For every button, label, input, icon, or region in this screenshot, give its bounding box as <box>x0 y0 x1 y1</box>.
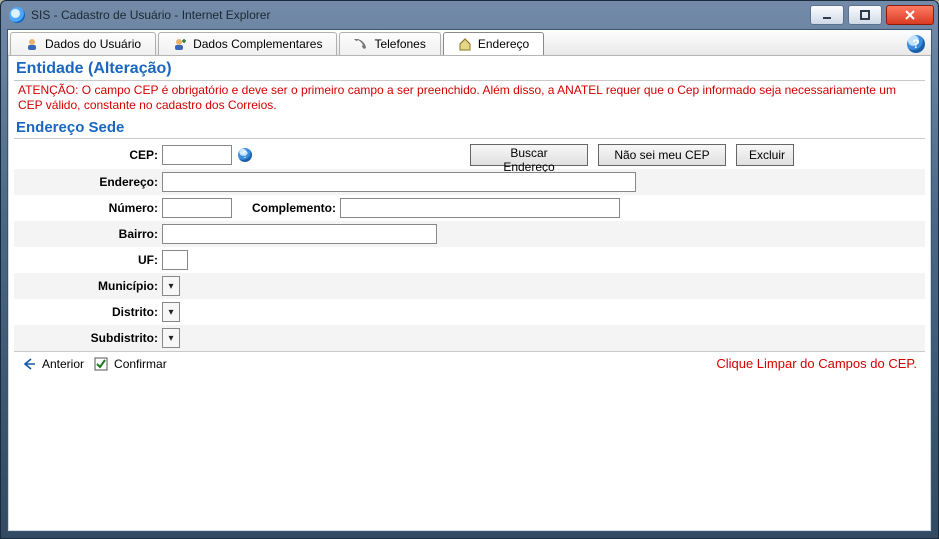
uf-input[interactable] <box>162 250 188 270</box>
page-body: Entidade (Alteração) ATENÇÃO: O campo CE… <box>8 56 931 375</box>
tab-label: Endereço <box>478 37 529 51</box>
ie-icon <box>9 7 25 23</box>
section-title: Endereço Sede <box>14 117 925 139</box>
footer: Anterior Confirmar Clique Limpar do Camp… <box>14 351 925 375</box>
help-icon[interactable]: ? <box>907 35 925 53</box>
label-complemento: Complemento: <box>232 201 340 215</box>
page-title: Entidade (Alteração) <box>14 60 925 81</box>
user-plus-icon <box>173 37 187 51</box>
subdistrito-select[interactable]: ▾ <box>162 328 180 348</box>
bairro-input[interactable] <box>162 224 437 244</box>
tabbar: Dados do Usuário Dados Complementares Te… <box>8 30 931 56</box>
tab-endereco[interactable]: Endereço <box>443 32 544 55</box>
tab-dados-complementares[interactable]: Dados Complementares <box>158 32 337 55</box>
warning-text: ATENÇÃO: O campo CEP é obrigatório e dev… <box>14 81 925 115</box>
confirmar-button[interactable]: Confirmar <box>94 357 167 371</box>
anterior-button[interactable]: Anterior <box>22 357 84 371</box>
row-subdistrito: Subdistrito: ▾ <box>14 325 925 351</box>
label-numero: Número: <box>22 201 162 215</box>
endereco-input[interactable] <box>162 172 636 192</box>
buscar-endereco-button[interactable]: Buscar Endereço <box>470 144 588 166</box>
distrito-select[interactable]: ▾ <box>162 302 180 322</box>
close-button[interactable] <box>886 5 934 25</box>
chevron-down-icon: ▾ <box>163 329 179 347</box>
client-area: Dados do Usuário Dados Complementares Te… <box>7 29 932 532</box>
check-icon <box>94 357 108 371</box>
row-distrito: Distrito: ▾ <box>14 299 925 325</box>
row-cep: CEP: ? Buscar Endereço Não sei meu CEP E… <box>14 141 925 169</box>
titlebar: SIS - Cadastro de Usuário - Internet Exp… <box>1 1 938 29</box>
numero-input[interactable] <box>162 198 232 218</box>
nao-sei-cep-button[interactable]: Não sei meu CEP <box>598 144 726 166</box>
label-bairro: Bairro: <box>22 227 162 241</box>
tab-label: Dados Complementares <box>193 37 322 51</box>
chevron-down-icon: ▾ <box>163 277 179 295</box>
address-form: CEP: ? Buscar Endereço Não sei meu CEP E… <box>14 139 925 351</box>
home-icon <box>458 37 472 51</box>
window-title: SIS - Cadastro de Usuário - Internet Exp… <box>31 8 810 22</box>
cep-input[interactable] <box>162 145 232 165</box>
row-municipio: Município: ▾ <box>14 273 925 299</box>
anterior-label: Anterior <box>42 357 84 371</box>
label-uf: UF: <box>22 253 162 267</box>
label-cep: CEP: <box>22 148 162 162</box>
label-endereco: Endereço: <box>22 175 162 189</box>
phone-icon <box>354 37 368 51</box>
window-frame: SIS - Cadastro de Usuário - Internet Exp… <box>0 0 939 539</box>
maximize-button[interactable] <box>848 5 882 25</box>
row-bairro: Bairro: <box>14 221 925 247</box>
user-icon <box>25 37 39 51</box>
complemento-input[interactable] <box>340 198 620 218</box>
label-municipio: Município: <box>22 279 162 293</box>
municipio-select[interactable]: ▾ <box>162 276 180 296</box>
footer-hint: Clique Limpar do Campos do CEP. <box>716 356 917 371</box>
row-uf: UF: <box>14 247 925 273</box>
label-distrito: Distrito: <box>22 305 162 319</box>
tab-label: Dados do Usuário <box>45 37 141 51</box>
tab-label: Telefones <box>374 37 425 51</box>
row-endereco: Endereço: <box>14 169 925 195</box>
row-numero: Número: Complemento: <box>14 195 925 221</box>
cep-help-icon[interactable]: ? <box>238 148 252 162</box>
minimize-button[interactable] <box>810 5 844 25</box>
confirmar-label: Confirmar <box>114 357 167 371</box>
tab-telefones[interactable]: Telefones <box>339 32 440 55</box>
excluir-button[interactable]: Excluir <box>736 144 794 166</box>
arrow-left-icon <box>22 357 36 371</box>
tab-dados-usuario[interactable]: Dados do Usuário <box>10 32 156 55</box>
chevron-down-icon: ▾ <box>163 303 179 321</box>
label-subdistrito: Subdistrito: <box>22 331 162 345</box>
window-controls <box>810 5 934 25</box>
